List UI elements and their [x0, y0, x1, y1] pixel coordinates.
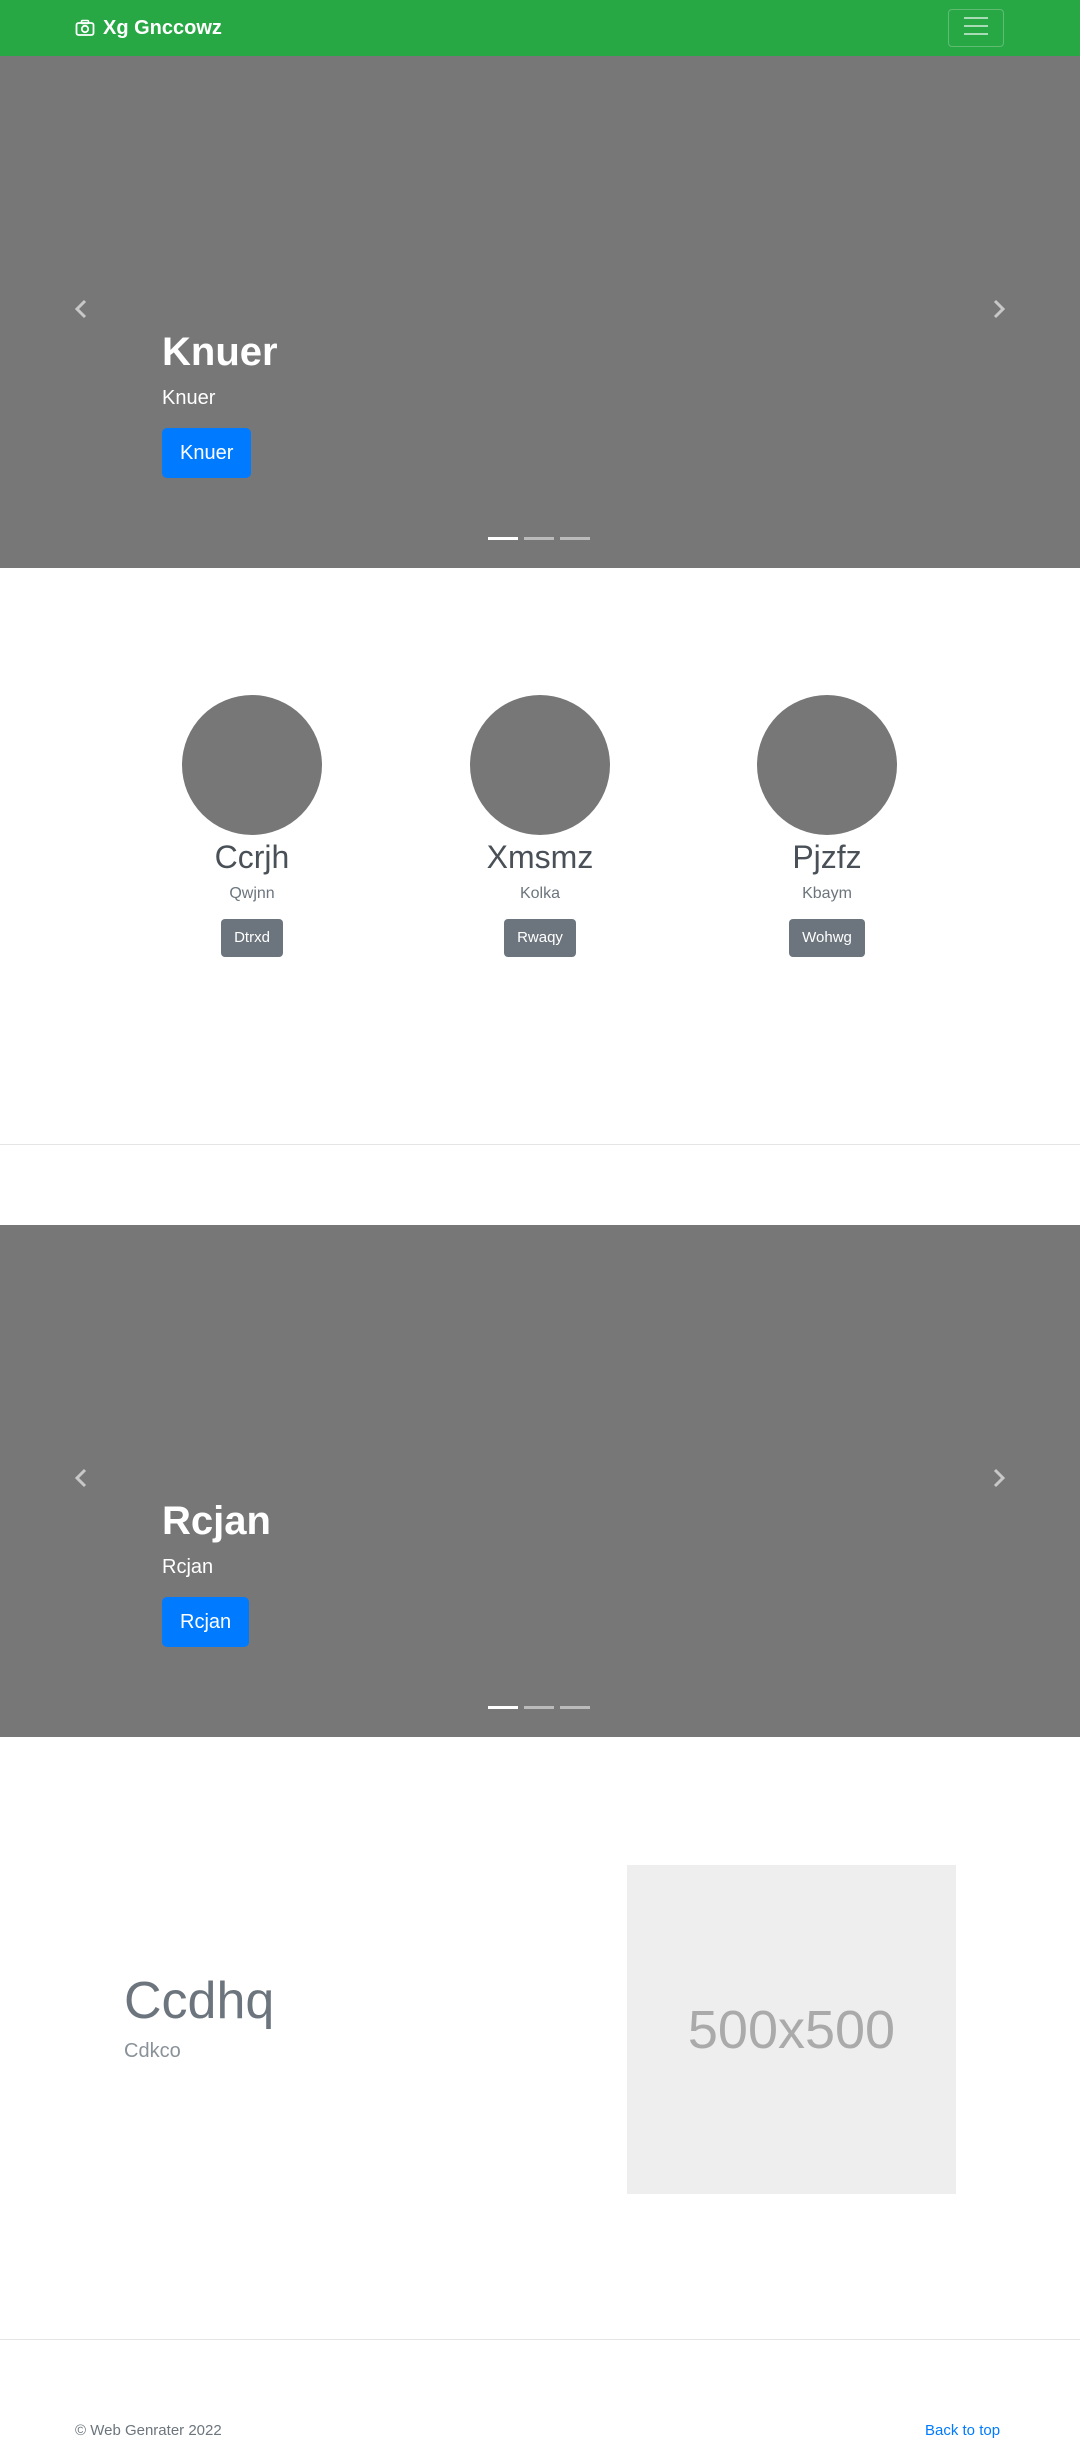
- carousel-caption: Rcjan Rcjan Rcjan: [162, 1497, 271, 1647]
- carousel-cta-button[interactable]: Rcjan: [162, 1597, 250, 1647]
- carousel-next-button[interactable]: [984, 1465, 1014, 1495]
- placeholder-image: 500x500: [627, 1865, 956, 2194]
- carousel-subtitle: Knuer: [162, 387, 216, 409]
- carousel-subtitle: Rcjan: [162, 1556, 214, 1578]
- carousel-indicators: [488, 537, 590, 540]
- member-button[interactable]: Wohwg: [789, 919, 865, 957]
- carousel-indicator-2[interactable]: [524, 537, 554, 540]
- carousel-cta-button[interactable]: Knuer: [162, 428, 252, 478]
- member-name: Pjzfz: [792, 839, 862, 875]
- carousel-prev-button[interactable]: [66, 296, 96, 326]
- member-role: Kolka: [519, 885, 561, 902]
- chevron-right-icon: [992, 1468, 1006, 1493]
- carousel-caption: Knuer Knuer Knuer: [162, 328, 278, 478]
- section-divider: [0, 1144, 1080, 1145]
- hamburger-icon: [963, 16, 989, 41]
- navbar-toggler-button[interactable]: [948, 9, 1004, 47]
- chevron-right-icon: [992, 299, 1006, 324]
- featurette-heading: Ccdhq: [124, 1972, 275, 2030]
- avatar: [470, 695, 610, 835]
- navbar: Xg Gnccowz: [0, 0, 1080, 56]
- carousel-title: Knuer: [162, 330, 278, 374]
- carousel-prev-button[interactable]: [66, 1465, 96, 1495]
- camera-icon: [75, 19, 95, 37]
- carousel-next-button[interactable]: [984, 296, 1014, 326]
- avatar: [757, 695, 897, 835]
- carousel-title: Rcjan: [162, 1499, 271, 1543]
- chevron-left-icon: [74, 1468, 88, 1493]
- member-name: Xmsmz: [486, 839, 594, 875]
- placeholder-label: 500x500: [687, 1999, 896, 2060]
- team-member-card: Pjzfz Kbaym Wohwg: [697, 695, 957, 957]
- member-role: Kbaym: [802, 885, 852, 902]
- team-member-card: Ccrjh Qwjnn Dtrxd: [122, 695, 382, 957]
- featurette-subheading: Cdkco: [124, 2040, 181, 2062]
- brand-name: Xg Gnccowz: [103, 16, 222, 39]
- member-button[interactable]: Rwaqy: [504, 919, 576, 957]
- footer-copyright: © Web Genrater 2022: [75, 2422, 222, 2439]
- brand-link[interactable]: Xg Gnccowz: [75, 16, 222, 40]
- carousel-indicator-3[interactable]: [560, 1706, 590, 1709]
- chevron-left-icon: [74, 299, 88, 324]
- carousel-indicator-3[interactable]: [560, 537, 590, 540]
- carousel-indicators: [488, 1706, 590, 1709]
- second-carousel: Rcjan Rcjan Rcjan: [0, 1225, 1080, 1737]
- carousel-indicator-1[interactable]: [488, 1706, 518, 1709]
- back-to-top-link[interactable]: Back to top: [925, 2421, 1000, 2441]
- carousel-indicator-1[interactable]: [488, 537, 518, 540]
- avatar: [182, 695, 322, 835]
- member-role: Qwjnn: [229, 885, 275, 902]
- hero-carousel: Knuer Knuer Knuer: [0, 56, 1080, 568]
- carousel-indicator-2[interactable]: [524, 1706, 554, 1709]
- footer-divider: [0, 2339, 1080, 2340]
- member-name: Ccrjh: [214, 839, 290, 875]
- member-button[interactable]: Dtrxd: [221, 919, 283, 957]
- team-member-card: Xmsmz Kolka Rwaqy: [410, 695, 670, 957]
